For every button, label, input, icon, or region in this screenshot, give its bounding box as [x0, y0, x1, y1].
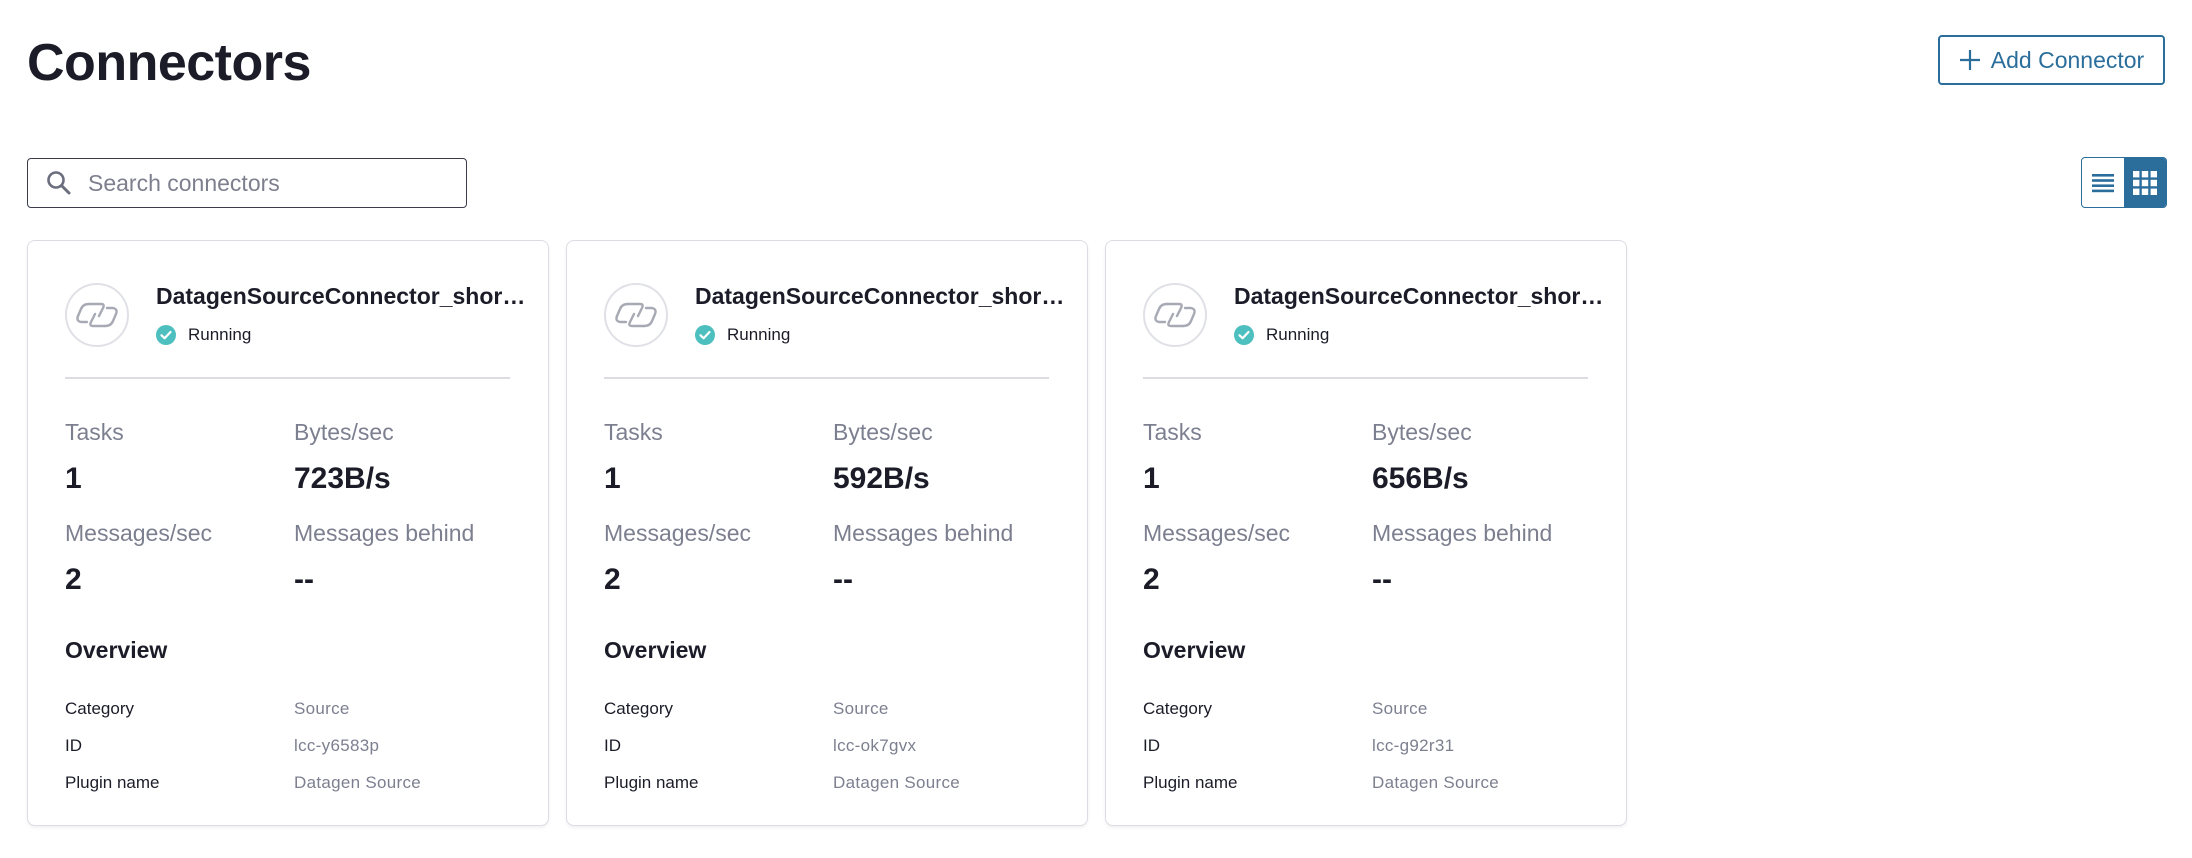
id-label: ID [604, 736, 621, 755]
category-label: Category [65, 699, 134, 718]
messages-behind-value: -- [294, 563, 314, 596]
link-icon [1154, 302, 1196, 328]
card-divider [604, 377, 1049, 379]
connector-card[interactable]: DatagenSourceConnector_short_id_ok7gvx R… [566, 240, 1088, 826]
messages-behind-value: -- [833, 563, 853, 596]
messages-sec-value: 2 [1143, 563, 1160, 596]
messages-sec-label: Messages/sec [604, 520, 752, 546]
plus-icon [1959, 50, 1980, 70]
tasks-label: Tasks [65, 419, 124, 445]
overview-title: Overview [65, 637, 168, 663]
status-label: Running [188, 325, 252, 344]
connector-name[interactable]: DatagenSourceConnector_short_id_y6583p [156, 279, 526, 313]
list-view-button[interactable] [2082, 158, 2124, 207]
link-icon [615, 302, 657, 328]
id-value: lcc-y6583p [294, 736, 380, 755]
tasks-value: 1 [604, 462, 621, 495]
connector-status: Running [156, 325, 251, 345]
connector-card[interactable]: DatagenSourceConnector_short_id_y6583p R… [27, 240, 549, 826]
tasks-label: Tasks [1143, 419, 1202, 445]
grid-view-button[interactable] [2124, 158, 2166, 207]
id-value: lcc-g92r31 [1372, 736, 1455, 755]
view-toggle [2081, 157, 2167, 208]
grid-view-icon [2133, 170, 2157, 195]
search-field[interactable] [27, 158, 467, 208]
check-circle-icon [1234, 325, 1254, 345]
id-label: ID [65, 736, 82, 755]
connector-status: Running [1234, 325, 1329, 345]
category-value: Source [1372, 699, 1428, 718]
overview-title: Overview [1143, 637, 1246, 663]
messages-behind-value: -- [1372, 563, 1392, 596]
connector-logo [65, 283, 129, 347]
bytes-sec-label: Bytes/sec [294, 419, 394, 445]
bytes-sec-value: 592B/s [833, 462, 930, 495]
tasks-value: 1 [1143, 462, 1160, 495]
connector-logo [604, 283, 668, 347]
category-label: Category [604, 699, 673, 718]
card-divider [1143, 377, 1588, 379]
plugin-name-value: Datagen Source [1372, 773, 1500, 792]
check-circle-icon [695, 325, 715, 345]
connectors-page: Connectors Add Connector Search connecto… [0, 0, 2192, 858]
id-value: lcc-ok7gvx [833, 736, 917, 755]
connector-card[interactable]: DatagenSourceConnector_short_id_g92r31 R… [1105, 240, 1627, 826]
messages-behind-label: Messages behind [833, 520, 1014, 546]
messages-behind-label: Messages behind [1372, 520, 1553, 546]
category-value: Source [833, 699, 889, 718]
status-label: Running [727, 325, 791, 344]
search-input[interactable] [86, 168, 450, 198]
messages-sec-label: Messages/sec [65, 520, 213, 546]
plugin-name-value: Datagen Source [833, 773, 961, 792]
page-title: Connectors [27, 34, 311, 92]
add-connector-label: Add Connector [1990, 46, 2145, 73]
plugin-name-label: Plugin name [65, 773, 160, 792]
connector-name[interactable]: DatagenSourceConnector_short_id_g92r31 [1234, 279, 1604, 313]
overview-title: Overview [604, 637, 707, 663]
connector-logo [1143, 283, 1207, 347]
tasks-label: Tasks [604, 419, 663, 445]
plugin-name-value: Datagen Source [294, 773, 422, 792]
link-icon [76, 302, 118, 328]
category-label: Category [1143, 699, 1212, 718]
tasks-value: 1 [65, 462, 82, 495]
messages-sec-label: Messages/sec [1143, 520, 1291, 546]
bytes-sec-label: Bytes/sec [1372, 419, 1472, 445]
plugin-name-label: Plugin name [1143, 773, 1238, 792]
bytes-sec-value: 723B/s [294, 462, 391, 495]
card-divider [65, 377, 510, 379]
category-value: Source [294, 699, 350, 718]
bytes-sec-label: Bytes/sec [833, 419, 933, 445]
search-icon [47, 171, 71, 195]
status-label: Running [1266, 325, 1330, 344]
add-connector-button[interactable]: Add Connector [1938, 35, 2165, 85]
bytes-sec-value: 656B/s [1372, 462, 1469, 495]
connector-name[interactable]: DatagenSourceConnector_short_id_ok7gvx [695, 279, 1065, 313]
list-view-icon [2092, 173, 2114, 192]
id-label: ID [1143, 736, 1160, 755]
plugin-name-label: Plugin name [604, 773, 699, 792]
connector-status: Running [695, 325, 790, 345]
messages-behind-label: Messages behind [294, 520, 475, 546]
messages-sec-value: 2 [65, 563, 82, 596]
messages-sec-value: 2 [604, 563, 621, 596]
check-circle-icon [156, 325, 176, 345]
